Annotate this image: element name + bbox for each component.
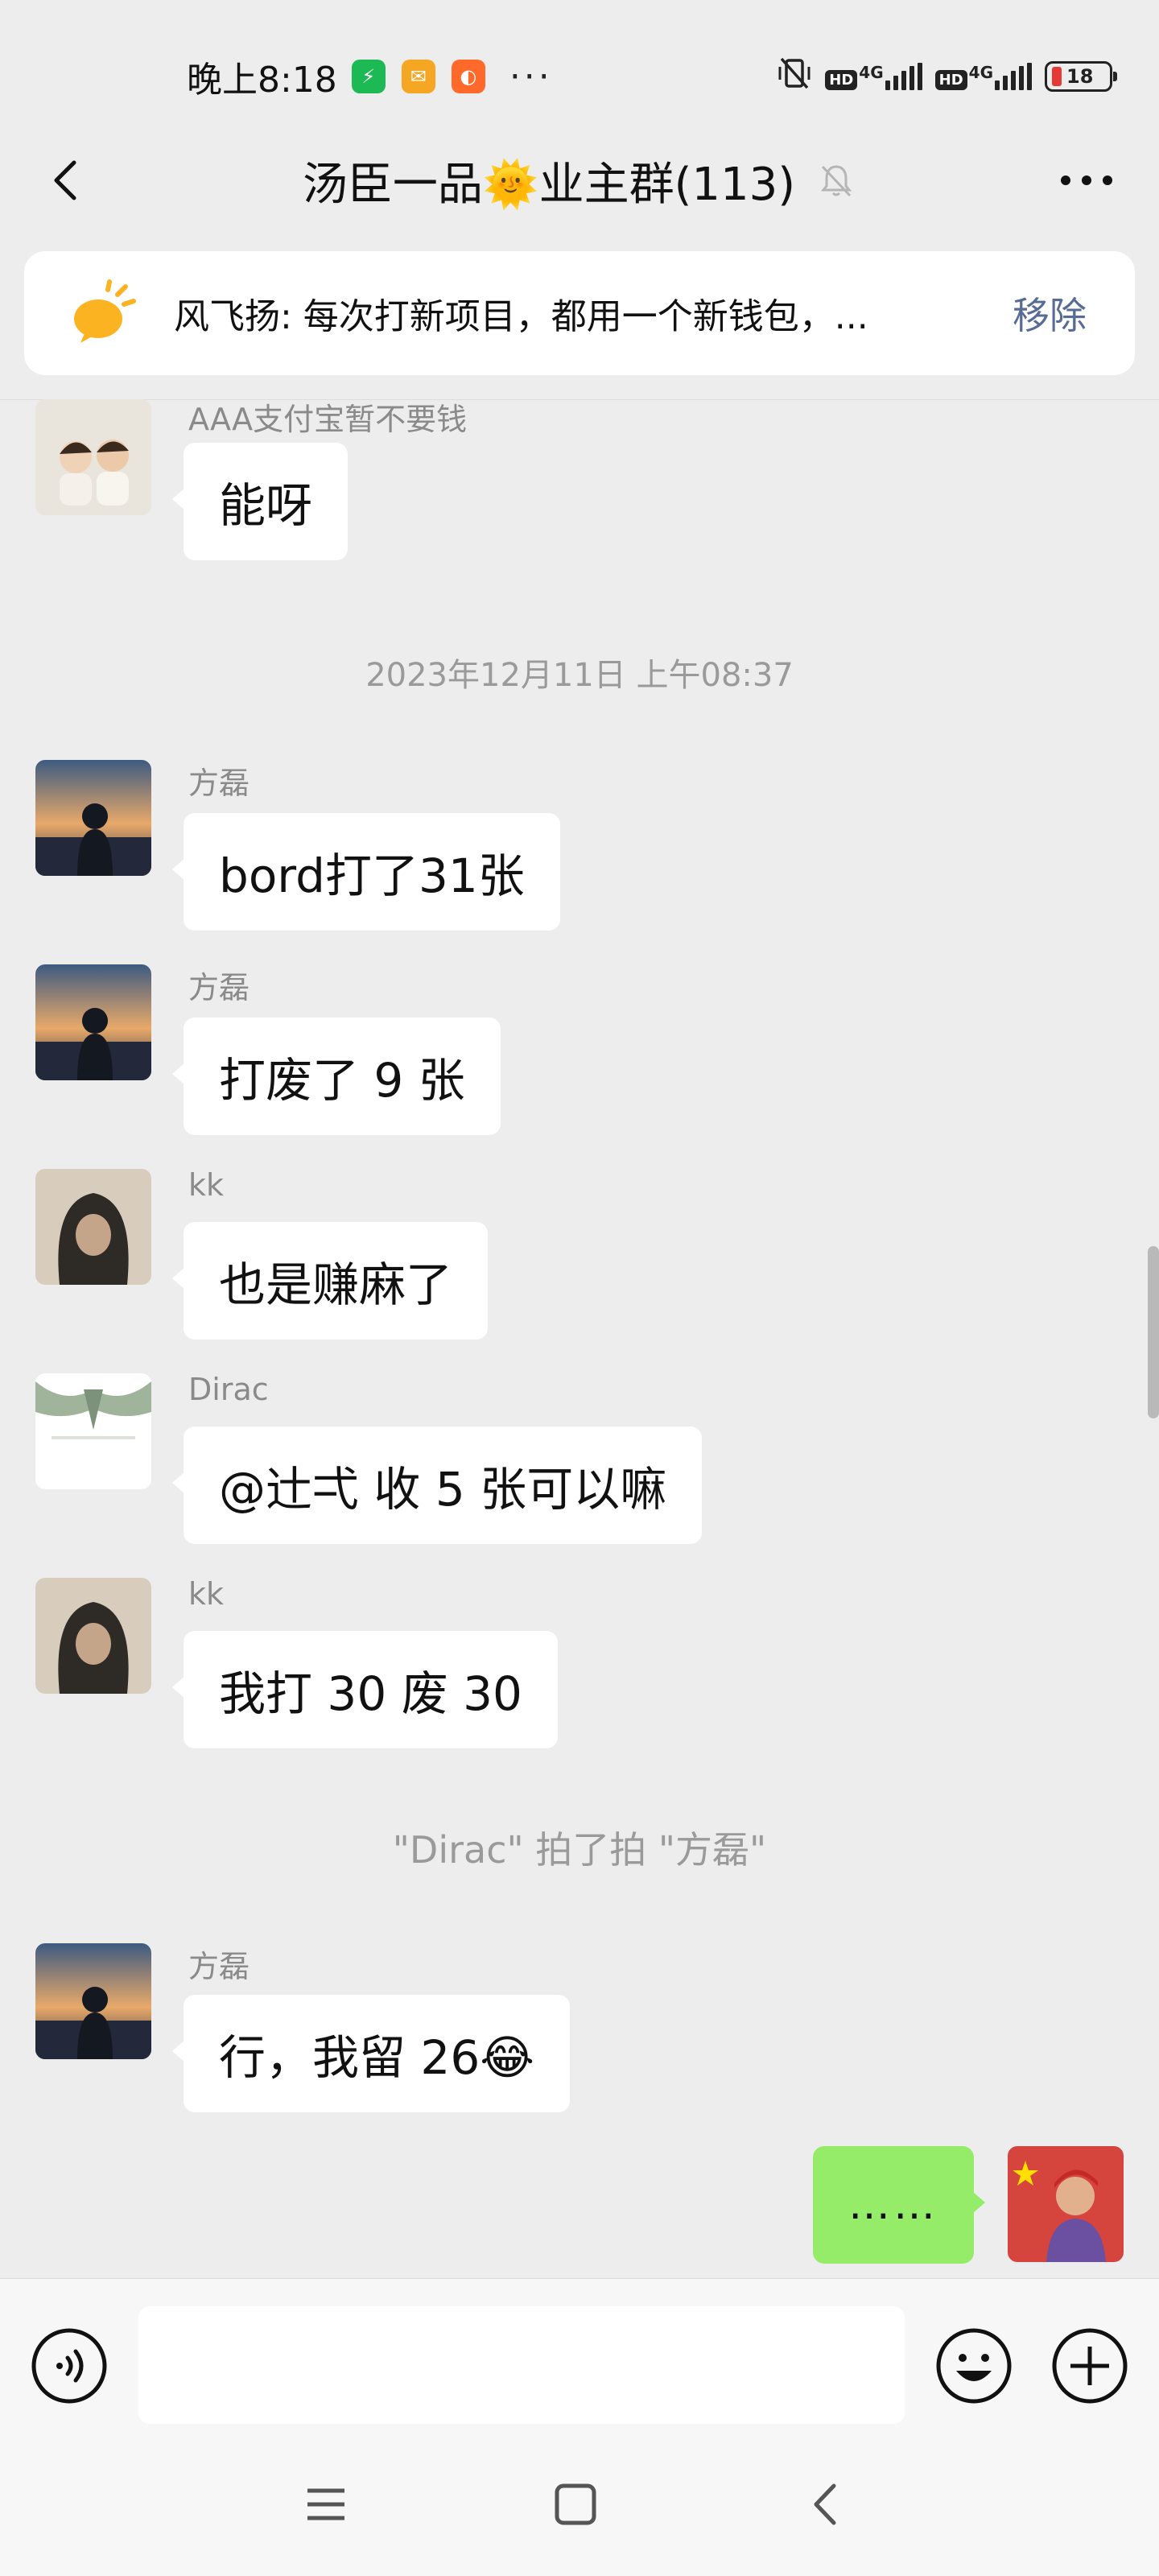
- cellular-1: HD 4G: [825, 63, 922, 90]
- divider: [0, 399, 1159, 400]
- sender-name: 方磊: [188, 766, 250, 801]
- mail-icon: ✉: [401, 60, 435, 93]
- sender-name: 方磊: [188, 1949, 250, 1984]
- message-bubble[interactable]: bord打了31张: [172, 813, 560, 931]
- avatar[interactable]: [35, 1943, 151, 2059]
- sender-name: Dirac: [188, 1372, 269, 1407]
- avatar[interactable]: [35, 1373, 151, 1489]
- sender-name: AAA支付宝暂不要钱: [188, 402, 468, 437]
- timestamp: 2023年12月11日 上午08:37: [365, 657, 794, 694]
- status-bar: 晚上8:18 ⚡ ✉ ◐ ··· HD 4G HD 4G 18: [0, 0, 1159, 153]
- chat-title[interactable]: 汤臣一品🌞业主群(113): [303, 148, 795, 213]
- chevron-left-icon[interactable]: [43, 156, 92, 204]
- message-input[interactable]: [138, 2306, 905, 2424]
- hd-icon: HD: [825, 70, 858, 90]
- avatar[interactable]: [35, 964, 151, 1080]
- system-notice: "Dirac" 拍了拍 "方磊": [392, 1828, 767, 1872]
- battery-level: [1052, 67, 1062, 86]
- battery-percent: 18: [1066, 65, 1094, 88]
- avatar[interactable]: [35, 760, 151, 876]
- pinned-announcement[interactable]: 风飞扬: 每次打新项目，都用一个新钱包，... 移除: [24, 251, 1135, 375]
- signal-icon: [885, 63, 922, 90]
- back-icon[interactable]: [798, 2476, 855, 2533]
- avatar[interactable]: [35, 1578, 151, 1694]
- message-bubble[interactable]: 也是赚麻了: [171, 1222, 489, 1340]
- message-bubble[interactable]: @辻弌 收 5 张可以嘛: [171, 1426, 703, 1544]
- network-type: 4G: [968, 63, 993, 82]
- plus-icon[interactable]: [1051, 2327, 1128, 2405]
- bell-off-icon: [821, 165, 852, 197]
- sender-name: kk: [188, 1576, 225, 1612]
- network-type: 4G: [859, 63, 884, 82]
- emoji-icon[interactable]: [935, 2327, 1013, 2405]
- home-icon[interactable]: [547, 2476, 604, 2533]
- message-bubble[interactable]: 行，我留 26😂: [171, 1995, 571, 2112]
- cellular-2: HD 4G: [934, 63, 1032, 90]
- vibrate-off-icon: [777, 56, 812, 98]
- ellipsis-icon[interactable]: [1061, 175, 1112, 185]
- app-notification-icon: ◐: [451, 60, 485, 93]
- avatar[interactable]: [35, 1169, 151, 1285]
- battery-icon: 18: [1045, 61, 1117, 92]
- hd-icon: HD: [934, 70, 967, 90]
- menu-icon[interactable]: [298, 2476, 354, 2533]
- message-bubble[interactable]: 能呀: [171, 443, 349, 560]
- message-bubble[interactable]: 打废了 9 张: [172, 1018, 501, 1135]
- more-notifications-icon: ···: [509, 56, 553, 97]
- sender-name: 方磊: [188, 970, 250, 1005]
- avatar[interactable]: [35, 399, 151, 515]
- status-time: 晚上8:18: [187, 60, 337, 101]
- app-notification-icon: ⚡: [351, 60, 386, 93]
- voice-icon[interactable]: [31, 2327, 108, 2405]
- remove-pinned-button[interactable]: 移除: [1013, 287, 1087, 340]
- input-bar: [0, 2278, 1159, 2439]
- system-navigation-bar: [0, 2439, 1159, 2576]
- my-avatar[interactable]: [1008, 2146, 1124, 2262]
- megaphone-icon: [74, 279, 136, 343]
- scrollbar[interactable]: [1148, 1246, 1159, 1418]
- pinned-text: 风飞扬: 每次打新项目，都用一个新钱包，...: [174, 296, 868, 337]
- sender-name: kk: [188, 1167, 225, 1203]
- my-message-bubble[interactable]: ……: [813, 2146, 985, 2264]
- signal-icon: [995, 63, 1032, 90]
- chat-header: 汤臣一品🌞业主群(113): [0, 135, 1159, 225]
- message-bubble[interactable]: 我打 30 废 30: [172, 1631, 558, 1748]
